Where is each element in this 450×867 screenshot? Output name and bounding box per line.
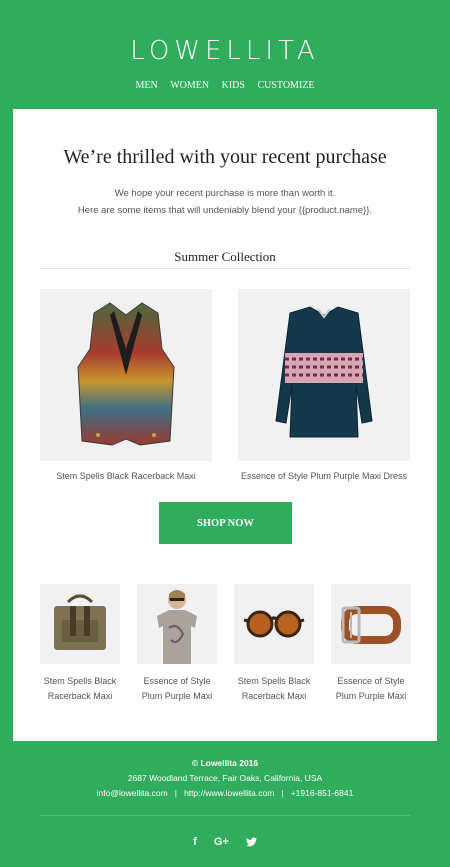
- intro-line-2: Here are some items that will undeniably…: [77, 205, 373, 216]
- bag-icon: [54, 594, 106, 650]
- dress-icon: [275, 306, 373, 438]
- facebook-icon[interactable]: f: [193, 836, 197, 848]
- footer-address: 2687 Woodland Terrace, Fair Oaks, Califo…: [127, 773, 323, 783]
- intro-text: We hope your recent purchase is more tha…: [0, 185, 450, 219]
- main-nav: MEN WOMEN KIDS CUSTOMIZE: [0, 80, 450, 91]
- belt-icon: [341, 606, 401, 644]
- footer-separator: |: [174, 788, 177, 798]
- grid-caption-1[interactable]: Stem Spells Black Racerback Maxi: [32, 674, 128, 704]
- nav-item-customize[interactable]: CUSTOMIZE: [257, 80, 314, 91]
- email-page: LOWELLITA MEN WOMEN KIDS CUSTOMIZE We’re…: [0, 0, 450, 867]
- intro-line-1: We hope your recent purchase is more tha…: [114, 188, 336, 199]
- grid-caption-2-line-2: Plum Purple Maxi: [141, 691, 213, 701]
- grid-product-image-2[interactable]: [137, 584, 217, 664]
- nav-item-men[interactable]: MEN: [135, 80, 157, 91]
- grid-caption-1-line-1: Stem Spells Black: [43, 676, 117, 686]
- page-headline: We’re thrilled with your recent purchase: [63, 146, 387, 168]
- footer-contacts: info@lowellita.com | http://www.lowellit…: [0, 788, 450, 798]
- sunglasses-icon: [243, 610, 305, 638]
- grid-caption-3[interactable]: Stem Spells Black Racerback Maxi: [226, 674, 322, 704]
- brand-logo[interactable]: LOWELLITA: [0, 36, 450, 66]
- grid-caption-1-line-2: Racerback Maxi: [47, 691, 113, 701]
- footer-email-link[interactable]: info@lowellita.com: [97, 788, 168, 798]
- tshirt-icon: [157, 590, 197, 664]
- grid-caption-3-line-1: Stem Spells Black: [237, 676, 311, 686]
- grid-caption-3-line-2: Racerback Maxi: [241, 691, 307, 701]
- social-links: f G+: [0, 836, 450, 848]
- grid-caption-4-line-2: Plum Purple Maxi: [335, 691, 407, 701]
- grid-caption-4[interactable]: Essence of Style Plum Purple Maxi: [323, 674, 419, 704]
- footer-separator: |: [281, 788, 284, 798]
- google-plus-icon[interactable]: G+: [214, 836, 229, 848]
- grid-product-image-3[interactable]: [234, 584, 314, 664]
- footer-divider: [40, 815, 410, 816]
- featured-product-image-2[interactable]: [238, 289, 410, 461]
- footer-copyright: © Lowellita 2016: [191, 758, 259, 768]
- section-divider: [40, 268, 410, 269]
- grid-product-image-1[interactable]: [40, 584, 120, 664]
- featured-caption-2[interactable]: Essence of Style Plum Purple Maxi Dress: [229, 471, 419, 481]
- featured-caption-1[interactable]: Stem Spells Black Racerback Maxi: [31, 471, 221, 481]
- grid-product-image-4[interactable]: [331, 584, 411, 664]
- footer-website-link[interactable]: http://www.lowellita.com: [184, 788, 274, 798]
- grid-caption-4-line-1: Essence of Style: [337, 676, 405, 686]
- vest-icon: [77, 302, 175, 446]
- featured-product-image-1[interactable]: [40, 289, 212, 461]
- nav-item-women[interactable]: WOMEN: [170, 80, 209, 91]
- grid-caption-2-line-1: Essence of Style: [143, 676, 211, 686]
- section-title: Summer Collection: [174, 249, 276, 264]
- grid-caption-2[interactable]: Essence of Style Plum Purple Maxi: [129, 674, 225, 704]
- footer-phone-link[interactable]: +1916-851-6841: [291, 788, 354, 798]
- nav-item-kids[interactable]: KIDS: [222, 80, 245, 91]
- shop-now-button[interactable]: SHOP NOW: [159, 502, 292, 544]
- twitter-icon[interactable]: [245, 836, 257, 848]
